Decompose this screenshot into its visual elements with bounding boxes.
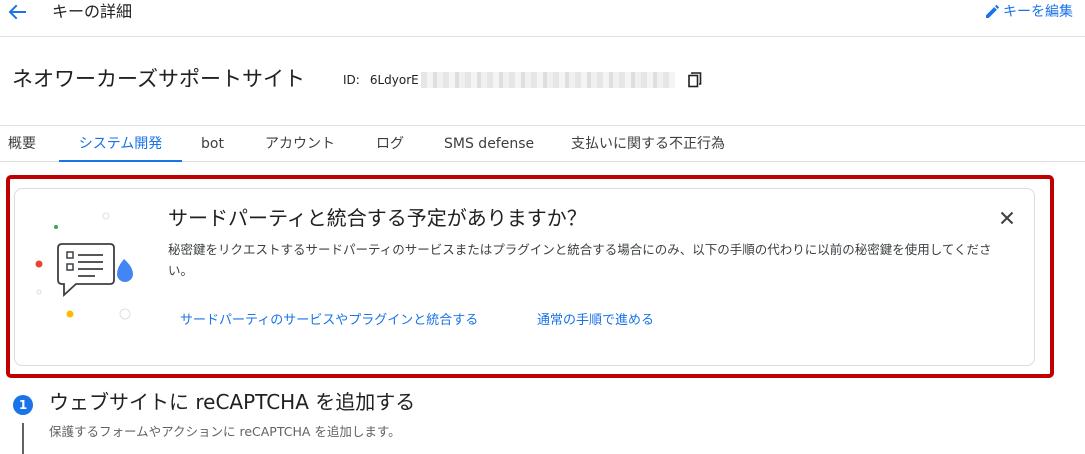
step-description: 保護するフォームやアクションに reCAPTCHA を追加します。 xyxy=(49,424,401,439)
copy-icon xyxy=(688,72,702,88)
key-id-value[interactable]: 6LdyorE xyxy=(370,72,419,88)
back-button[interactable] xyxy=(6,2,28,22)
arrow-back-icon xyxy=(8,4,26,20)
key-id-label: ID: xyxy=(343,73,360,87)
integrate-third-party-link[interactable]: サードパーティのサービスやプラグインと統合する xyxy=(180,311,478,331)
close-banner-button[interactable] xyxy=(997,208,1017,228)
step-title: ウェブサイトに reCAPTCHA を追加する xyxy=(49,390,416,414)
continue-normal-link[interactable]: 通常の手順で進める xyxy=(537,311,654,331)
page-title: キーの詳細 xyxy=(52,2,133,21)
tab-overview[interactable]: 概要 xyxy=(8,126,36,162)
pencil-icon xyxy=(986,5,999,18)
edit-key-label: キーを編集 xyxy=(1003,4,1073,20)
top-bar: キーの詳細 キーを編集 xyxy=(0,0,1085,37)
key-id-redacted xyxy=(420,72,675,88)
step-add-recaptcha: 1 ウェブサイトに reCAPTCHA を追加する 保護するフォームやアクション… xyxy=(13,389,1073,454)
chat-illustration-icon xyxy=(35,212,133,320)
tab-logs[interactable]: ログ xyxy=(376,126,404,162)
third-party-banner: サードパーティと統合する予定がありますか？ 秘密鍵をリクエストするサードパーティ… xyxy=(14,188,1035,366)
close-icon xyxy=(1000,211,1014,225)
tab-account[interactable]: アカウント xyxy=(265,126,335,162)
step-connector xyxy=(22,423,24,454)
key-id-row: ID: 6LdyorE xyxy=(12,64,712,94)
copy-id-button[interactable] xyxy=(686,71,704,89)
banner-body: 秘密鍵をリクエストするサードパーティのサービスまたはプラグインと統合する場合にの… xyxy=(168,242,992,278)
tab-bar: 概要 システム開発 bot アカウント ログ SMS defense 支払いに関… xyxy=(0,125,1085,162)
tab-payment-fraud[interactable]: 支払いに関する不正行為 xyxy=(571,126,725,162)
tab-bot[interactable]: bot xyxy=(201,126,224,162)
step-number-badge: 1 xyxy=(13,395,33,415)
tab-sms-defense[interactable]: SMS defense xyxy=(444,126,534,162)
tab-integration[interactable]: システム開発 xyxy=(59,126,182,162)
edit-key-button[interactable]: キーを編集 xyxy=(985,2,1073,22)
key-id: ID: 6LdyorE xyxy=(343,72,675,88)
banner-title: サードパーティと統合する予定がありますか？ xyxy=(168,206,587,230)
